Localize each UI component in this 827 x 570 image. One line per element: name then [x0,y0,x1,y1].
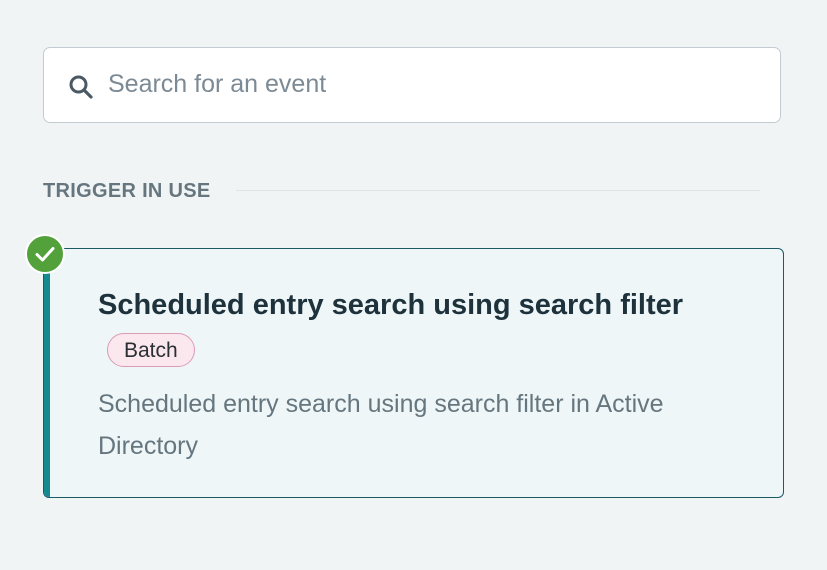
section-header: TRIGGER IN USE [43,178,763,204]
section-divider [236,190,760,191]
search-icon [69,75,93,99]
card-selected-accent [44,249,50,497]
search-input[interactable] [108,48,758,121]
trigger-type-badge: Batch [107,333,195,367]
event-picker-panel: TRIGGER IN USE Scheduled entry search us… [0,0,827,570]
trigger-title: Scheduled entry search using search filt… [98,289,684,321]
trigger-card[interactable]: Scheduled entry search using search filt… [43,248,784,498]
trigger-description: Scheduled entry search using search filt… [98,390,664,460]
check-icon [25,234,65,274]
search-box[interactable] [43,47,781,123]
section-title: TRIGGER IN USE [43,180,211,202]
